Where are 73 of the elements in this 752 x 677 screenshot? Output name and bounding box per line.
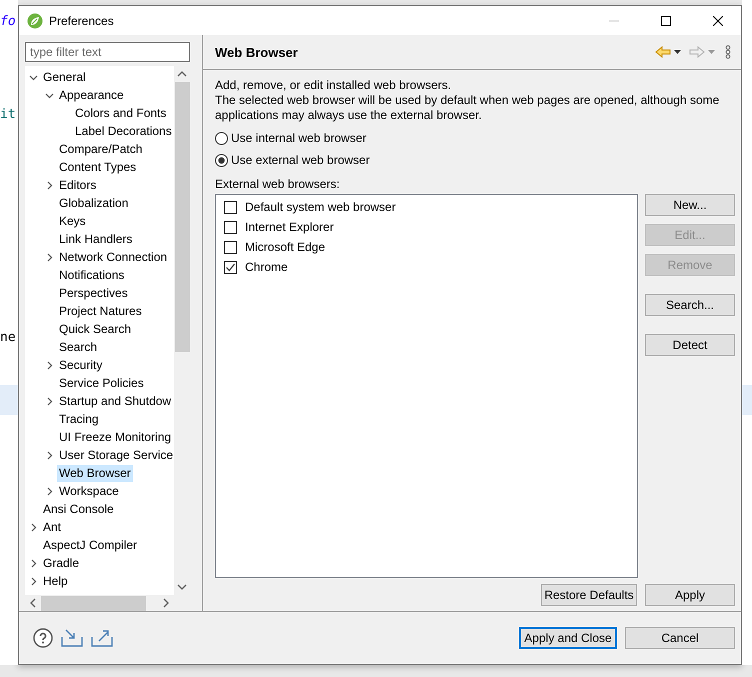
tree-item[interactable]: Compare/Patch (57, 140, 144, 158)
tree-item[interactable]: User Storage Service (57, 446, 176, 464)
tree-item[interactable]: Quick Search (57, 320, 134, 338)
chevron-right-icon[interactable] (44, 396, 54, 406)
checkbox-icon[interactable] (224, 220, 237, 234)
window-title: Preferences (49, 14, 115, 28)
tree-item[interactable]: General (41, 68, 88, 86)
chevron-right-icon[interactable] (44, 180, 54, 190)
tree-item[interactable]: Editors (57, 176, 98, 194)
apply-button[interactable]: Apply (645, 584, 735, 606)
chevron-right-icon[interactable] (44, 252, 54, 262)
cancel-button[interactable]: Cancel (625, 627, 735, 649)
chevron-right-icon[interactable] (44, 450, 54, 460)
export-icon[interactable] (91, 628, 113, 648)
browser-item[interactable]: Default system web browser (224, 197, 637, 217)
line-highlight (0, 385, 18, 415)
page-title: Web Browser (215, 44, 299, 60)
maximize-icon[interactable] (661, 16, 671, 26)
tree-item[interactable]: Startup and Shutdow (57, 392, 174, 410)
tree-item[interactable]: Security (57, 356, 104, 374)
tree-item[interactable]: Network Connection (57, 248, 170, 266)
leaf-logo-icon (27, 12, 43, 28)
chevron-right-icon[interactable] (28, 522, 38, 532)
tree-item[interactable]: Service Policies (57, 374, 146, 392)
radio-icon[interactable] (215, 154, 228, 166)
list-button[interactable]: New... (645, 194, 735, 216)
checkbox-icon[interactable] (224, 240, 237, 254)
tree-item[interactable]: Search (57, 338, 100, 356)
tree-item[interactable]: Tracing (57, 410, 101, 428)
tree-item[interactable]: Keys (57, 212, 88, 230)
checkbox-icon[interactable] (224, 200, 237, 214)
restore-defaults-button[interactable]: Restore Defaults (541, 584, 637, 606)
list-button[interactable]: Detect (645, 334, 735, 356)
tree-item[interactable]: Gradle (41, 554, 82, 572)
tree-item[interactable]: UI Freeze Monitoring (57, 428, 174, 446)
radio-option[interactable]: Use external web browser (215, 149, 735, 171)
chevron-right-icon[interactable] (44, 486, 54, 496)
description-text: The selected web browser will be used by default when web pages are opened, although some applications may always use the external browser. (215, 93, 720, 123)
code-text: it (0, 107, 17, 122)
close-icon[interactable] (713, 16, 723, 26)
tree-item[interactable]: Workspace (57, 482, 121, 500)
code-text: ne (0, 330, 17, 345)
tree-item[interactable]: Project Natures (57, 302, 144, 320)
help-icon[interactable] (33, 628, 53, 648)
radio-icon[interactable] (215, 132, 228, 144)
radio-option[interactable]: Use internal web browser (215, 127, 735, 149)
tree-item[interactable]: Globalization (57, 194, 130, 212)
chevron-right-icon[interactable] (44, 360, 54, 370)
filter-field[interactable]: type filter text (25, 42, 190, 62)
tree-item[interactable]: Notifications (57, 266, 126, 284)
line-highlight (742, 385, 752, 415)
tree-item[interactable]: Colors and Fonts (73, 104, 168, 122)
list-label: External web browsers: (215, 176, 341, 193)
tree-item[interactable]: Ansi Console (41, 500, 116, 518)
browser-item[interactable]: Microsoft Edge (224, 237, 637, 257)
tree-item[interactable]: Appearance (57, 86, 126, 104)
import-icon[interactable] (61, 628, 83, 648)
browser-item[interactable]: Chrome (224, 257, 637, 277)
tree-item[interactable]: Help (41, 572, 70, 590)
apply-and-close-button[interactable]: Apply and Close (519, 627, 617, 649)
tree-item[interactable]: AspectJ Compiler (41, 536, 140, 554)
tree-item[interactable]: Web Browser (57, 464, 133, 482)
code-text: fo (0, 14, 17, 29)
browser-item[interactable]: Internet Explorer (224, 217, 637, 237)
list-button[interactable]: Search... (645, 294, 735, 316)
checkbox-icon[interactable] (224, 260, 237, 274)
tree-item[interactable]: Content Types (57, 158, 138, 176)
tree-item[interactable]: Ant (41, 518, 64, 536)
tree-item[interactable]: Link Handlers (57, 230, 134, 248)
more-icon[interactable] (725, 45, 731, 59)
description-text: Add, remove, or edit installed web browsers. (215, 78, 452, 93)
tree-item[interactable]: Label Decorations (73, 122, 174, 140)
tree-item[interactable]: Perspectives (57, 284, 130, 302)
